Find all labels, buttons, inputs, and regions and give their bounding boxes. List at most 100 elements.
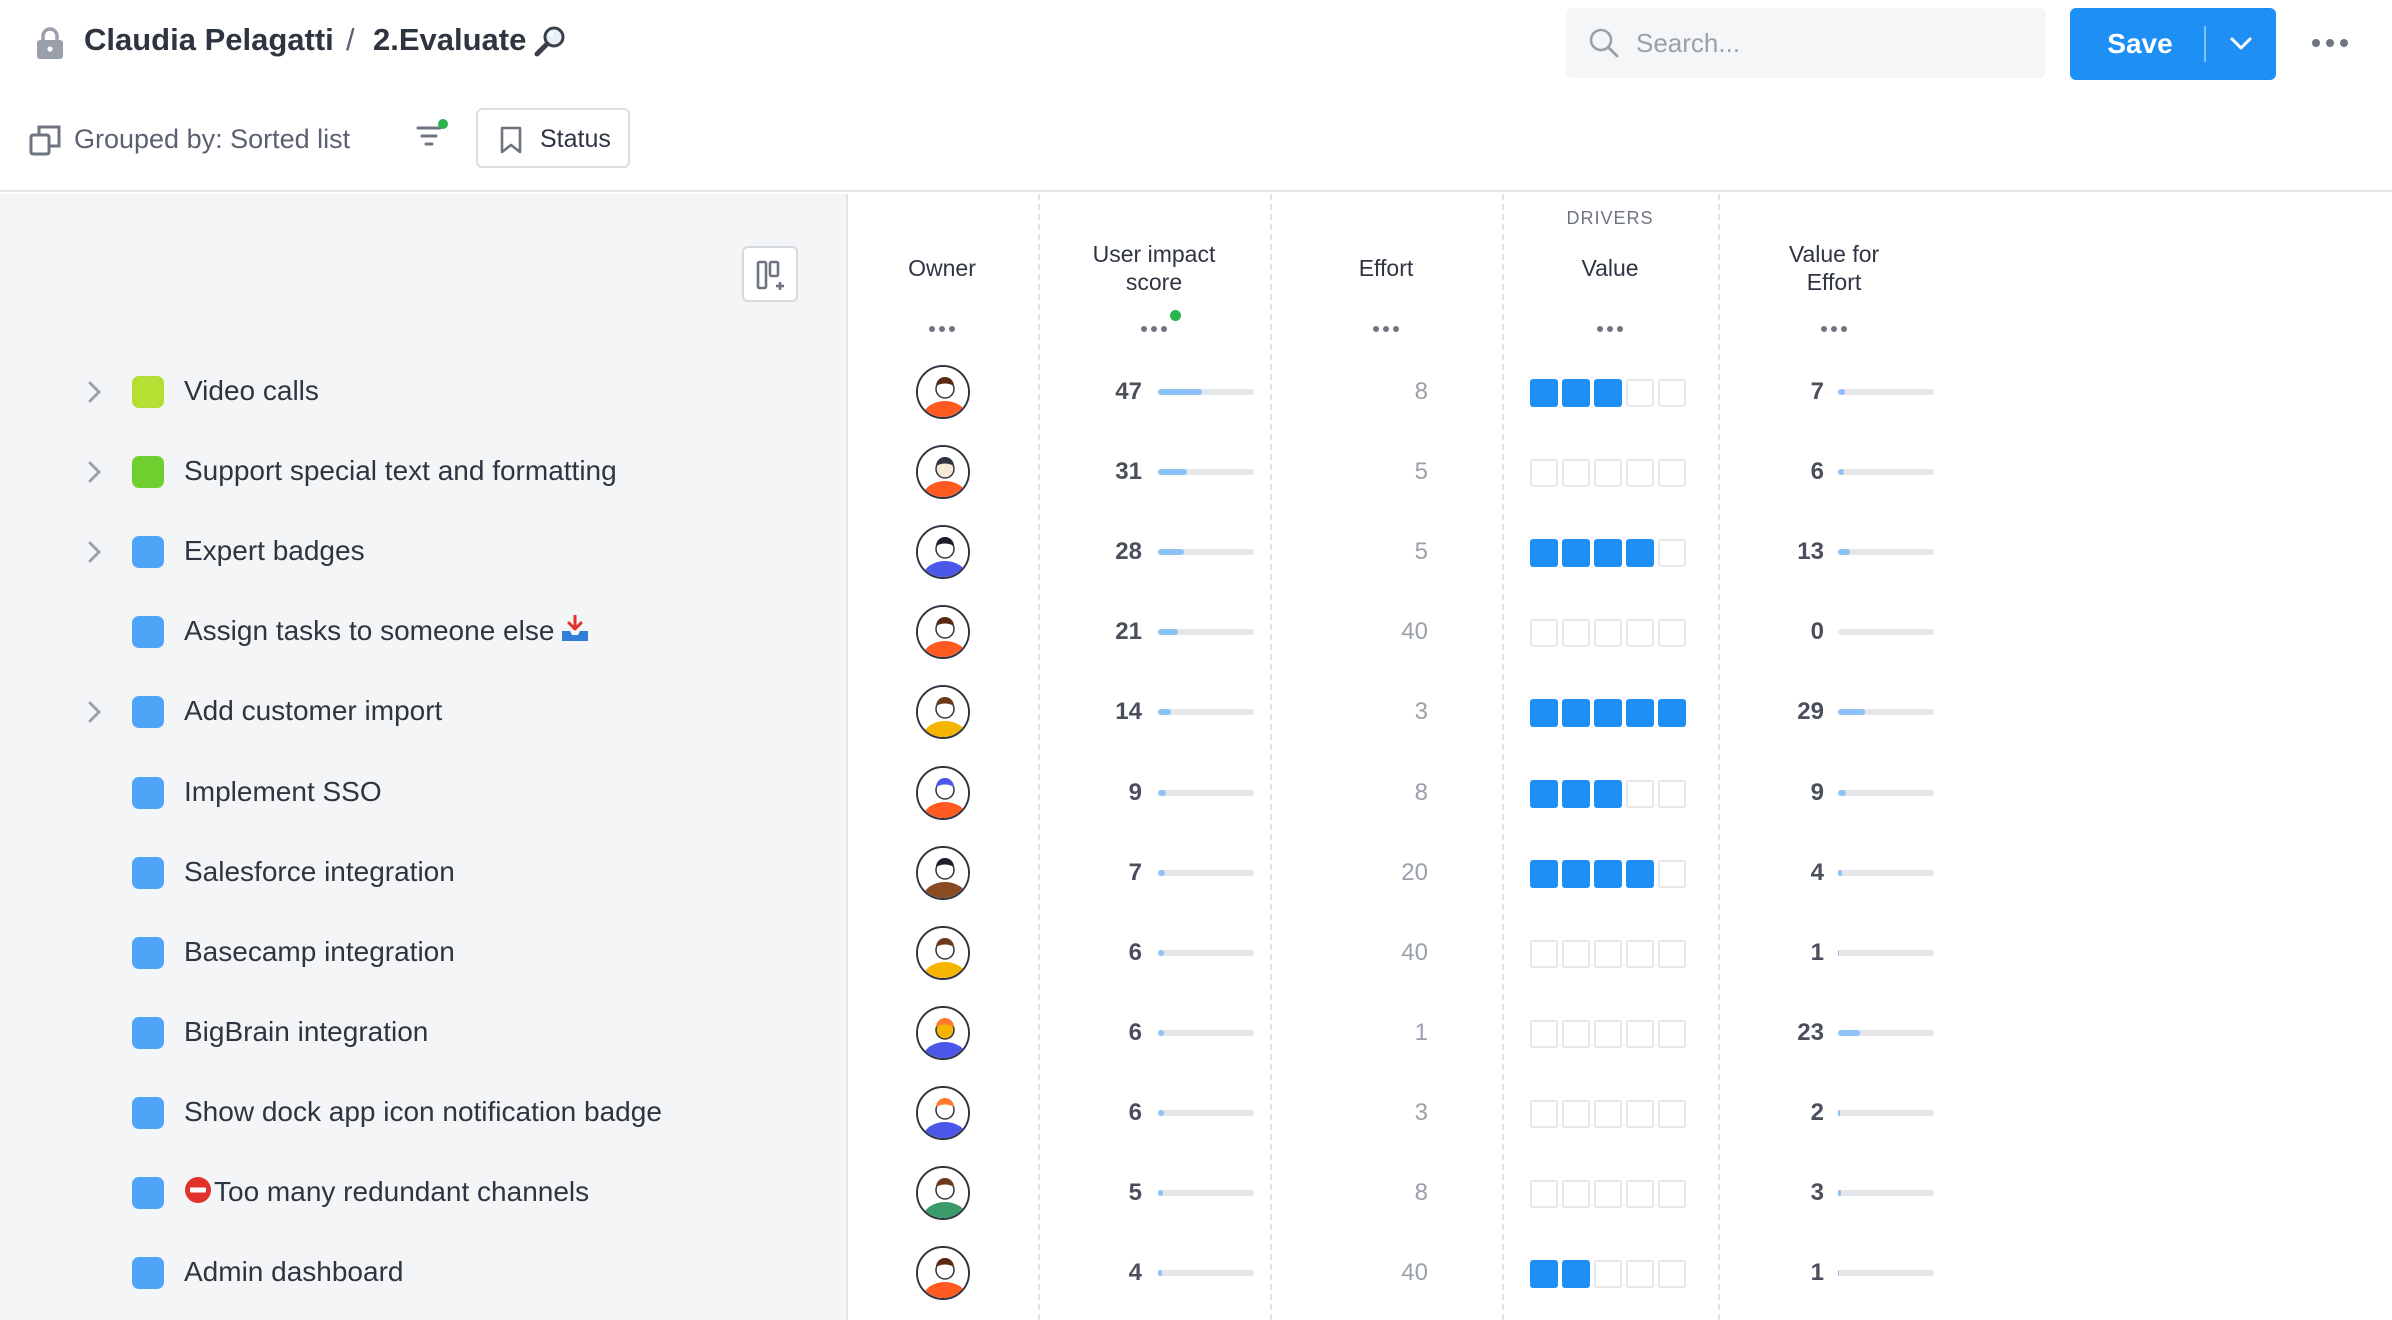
value-block[interactable] [1562, 1019, 1590, 1048]
row-title[interactable]: Add customer import [184, 695, 442, 727]
effort-value[interactable]: 3 [1368, 1099, 1428, 1127]
row-title[interactable]: Assign tasks to someone else [184, 615, 590, 647]
table-row[interactable]: Assign tasks to someone else 21 40 0 [0, 592, 2392, 672]
table-row[interactable]: Salesforce integration 7 20 4 [0, 833, 2392, 913]
value-rating[interactable] [1530, 619, 1690, 648]
table-row[interactable]: BigBrain integration 6 1 23 [0, 993, 2392, 1073]
value-block[interactable] [1658, 939, 1686, 968]
value-block[interactable] [1530, 1260, 1558, 1289]
lock-icon[interactable] [34, 26, 66, 60]
value-block[interactable] [1530, 939, 1558, 968]
column-menu-icon[interactable] [1371, 324, 1401, 334]
effort-value[interactable]: 8 [1368, 1179, 1428, 1207]
value-block[interactable] [1594, 939, 1622, 968]
effort-value[interactable]: 20 [1368, 859, 1428, 887]
value-block[interactable] [1658, 779, 1686, 808]
column-menu-icon[interactable] [1819, 324, 1849, 334]
value-block[interactable] [1562, 1260, 1590, 1289]
row-title[interactable]: Basecamp integration [184, 936, 455, 968]
filter-icon[interactable] [414, 118, 450, 154]
owner-avatar[interactable] [916, 1166, 970, 1220]
value-block[interactable] [1626, 779, 1654, 808]
owner-avatar[interactable] [916, 605, 970, 660]
chevron-right-icon[interactable] [84, 457, 106, 487]
table-row[interactable]: Expert badges 28 5 13 [0, 512, 2392, 592]
chevron-right-icon[interactable] [84, 697, 106, 727]
value-block[interactable] [1626, 1099, 1654, 1128]
search-box[interactable] [1566, 8, 2046, 78]
value-block[interactable] [1594, 539, 1622, 568]
table-row[interactable]: Show dock app icon notification badge 6 … [0, 1073, 2392, 1153]
value-block[interactable] [1658, 539, 1686, 568]
row-title[interactable]: Expert badges [184, 535, 365, 567]
status-button[interactable]: Status [476, 108, 630, 168]
save-button[interactable]: Save [2070, 8, 2210, 80]
value-rating[interactable] [1530, 459, 1690, 488]
value-block[interactable] [1658, 379, 1686, 407]
value-block[interactable] [1530, 779, 1558, 808]
value-block[interactable] [1562, 779, 1590, 808]
value-block[interactable] [1530, 859, 1558, 888]
value-block[interactable] [1530, 379, 1558, 407]
table-row[interactable]: Implement SSO 9 8 9 [0, 753, 2392, 833]
value-block[interactable] [1658, 859, 1686, 888]
column-header-effort[interactable]: Effort [1306, 254, 1466, 282]
more-options-icon[interactable] [2310, 30, 2350, 56]
owner-avatar[interactable] [916, 525, 970, 580]
group-by-icon[interactable] [28, 122, 64, 158]
value-block[interactable] [1658, 619, 1686, 648]
row-title[interactable]: Salesforce integration [184, 856, 455, 888]
value-block[interactable] [1658, 459, 1686, 488]
value-block[interactable] [1562, 1099, 1590, 1128]
add-column-button[interactable] [742, 246, 798, 302]
column-menu-icon[interactable] [1595, 324, 1625, 334]
value-block[interactable] [1626, 619, 1654, 648]
column-header-value-for-effort[interactable]: Value for Effort [1754, 240, 1914, 296]
status-color-swatch[interactable] [132, 856, 164, 889]
table-row[interactable]: Too many redundant channels 5 8 3 [0, 1153, 2392, 1233]
owner-avatar[interactable] [916, 765, 970, 820]
chevron-right-icon[interactable] [84, 537, 106, 567]
value-rating[interactable] [1530, 379, 1690, 407]
value-block[interactable] [1594, 1260, 1622, 1289]
search-input[interactable] [1636, 22, 2026, 64]
value-block[interactable] [1594, 699, 1622, 728]
value-block[interactable] [1594, 859, 1622, 888]
value-rating[interactable] [1530, 1180, 1690, 1208]
breadcrumb-page-title[interactable]: 2.Evaluate [373, 22, 526, 58]
effort-value[interactable]: 3 [1368, 698, 1428, 726]
effort-value[interactable]: 1 [1368, 1019, 1428, 1047]
value-block[interactable] [1594, 1019, 1622, 1048]
value-block[interactable] [1562, 379, 1590, 407]
value-block[interactable] [1562, 539, 1590, 568]
effort-value[interactable]: 8 [1368, 779, 1428, 807]
value-block[interactable] [1626, 539, 1654, 568]
value-block[interactable] [1594, 1099, 1622, 1128]
value-block[interactable] [1530, 1180, 1558, 1208]
value-block[interactable] [1530, 1019, 1558, 1048]
table-row[interactable]: Basecamp integration 6 40 1 [0, 913, 2392, 993]
value-rating[interactable] [1530, 699, 1690, 728]
grouped-by-label[interactable]: Grouped by: Sorted list [74, 124, 350, 155]
value-block[interactable] [1626, 1260, 1654, 1289]
status-color-swatch[interactable] [132, 1257, 164, 1290]
column-menu-icon[interactable] [1139, 324, 1169, 334]
value-block[interactable] [1658, 1180, 1686, 1208]
value-block[interactable] [1562, 1180, 1590, 1208]
value-block[interactable] [1626, 939, 1654, 968]
value-block[interactable] [1530, 619, 1558, 648]
value-block[interactable] [1594, 779, 1622, 808]
column-header-owner[interactable]: Owner [862, 254, 1022, 282]
row-title[interactable]: Too many redundant channels [184, 1176, 589, 1208]
owner-avatar[interactable] [916, 1005, 970, 1060]
owner-avatar[interactable] [916, 845, 970, 900]
column-header-impact[interactable]: User impact score [1060, 240, 1248, 296]
value-block[interactable] [1626, 1180, 1654, 1208]
value-block[interactable] [1530, 699, 1558, 728]
status-color-swatch[interactable] [132, 776, 164, 809]
table-row[interactable]: Admin dashboard 4 40 1 [0, 1233, 2392, 1313]
value-block[interactable] [1658, 1260, 1686, 1289]
status-color-swatch[interactable] [132, 936, 164, 969]
status-color-swatch[interactable] [132, 1096, 164, 1129]
effort-value[interactable]: 5 [1368, 458, 1428, 486]
